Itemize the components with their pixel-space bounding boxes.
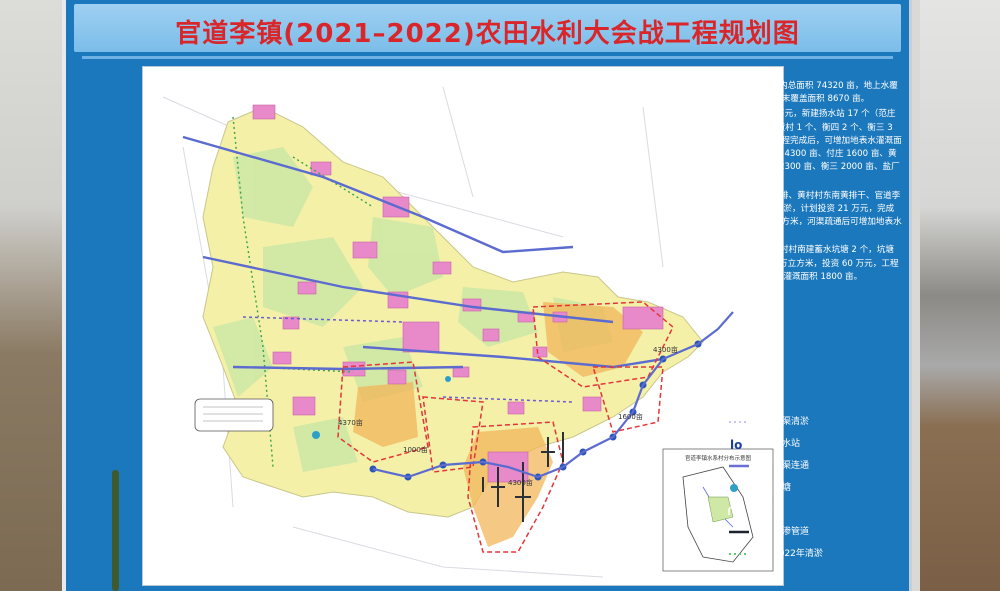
area-label: 1600亩	[618, 412, 643, 421]
description-paragraph: 计划投资 154 万元，新建扬水站 17 个（范庄 8 个、付庄 1 个、黄村 …	[706, 109, 902, 186]
culvert-icon	[728, 505, 740, 515]
town-map: 4300亩 1600亩 4370亩 1000亩 4300亩 官道李镇水系村分布示…	[162, 86, 774, 578]
description-paragraph: 全镇 35 个村城内总面积 74320 亩，地上水覆盖面积 65650 亩，末覆…	[706, 81, 898, 105]
outdoor-background-left	[0, 0, 70, 591]
map-panel: 4300亩 1600亩 4370亩 1000亩 4300亩 官道李镇水系村分布示…	[142, 66, 784, 586]
legend-item: 2022年清淤	[721, 544, 901, 566]
title-divider	[82, 56, 893, 59]
area-label: 4300亩	[653, 345, 678, 354]
legend-item: 涵	[721, 500, 901, 522]
support-pole	[112, 470, 119, 591]
pump-station-icon: lo	[730, 438, 742, 450]
legend-label: 扬水站	[773, 439, 801, 449]
dotted-purple-line-icon	[729, 421, 749, 423]
map-mini-legend	[194, 398, 274, 432]
legend-label: 涵	[773, 505, 783, 515]
legend-item: 坑塘	[721, 478, 901, 500]
legend-item: 河渠连通	[721, 456, 901, 478]
dark-line-icon	[729, 530, 749, 534]
dotted-green-line-icon	[729, 553, 749, 555]
title-band: 官道李镇(2021–2022)农田水利大会战工程规划图	[74, 4, 901, 52]
legend-label: 河渠连通	[773, 461, 810, 471]
svg-text:lo: lo	[730, 438, 742, 450]
area-label: 4370亩	[338, 418, 363, 427]
purple-line-icon	[729, 464, 749, 468]
map-legend: 河渠清淤 lo 扬水站 河渠连通 坑塘 涵 防渗管道 2022年清淤	[721, 412, 901, 566]
legend-item: 防渗管道	[721, 522, 901, 544]
legend-item: lo 扬水站	[721, 434, 901, 456]
blue-dot-icon	[730, 484, 738, 492]
legend-label: 坑塘	[773, 483, 792, 493]
outdoor-background-right	[920, 0, 1000, 591]
legend-label: 河渠清淤	[773, 417, 810, 427]
legend-label: 防渗管道	[773, 527, 810, 537]
legend-item: 河渠清淤	[721, 412, 901, 434]
description-paragraph: 官道李村南、黄村村南建蓄水坑塘 2 个，坑塘共占地 70 亩，12 万立方米，投…	[706, 245, 899, 282]
description-paragraph: 官道李村南中心排、黄村村东南黄排干、官道李村东南支河渠北段清淤，计划投资 21 …	[706, 190, 902, 241]
board-title: 官道李镇(2021–2022)农田水利大会战工程规划图	[175, 19, 800, 49]
area-label: 4300亩	[508, 478, 533, 487]
area-label: 1000亩	[403, 445, 428, 454]
project-description: 全镇 35 个村城内总面积 74320 亩，地上水覆盖面积 65650 亩，末覆…	[706, 80, 902, 286]
legend-label: 2022年清淤	[773, 549, 823, 559]
planning-billboard: 官道李镇(2021–2022)农田水利大会战工程规划图 4300亩 1600亩 …	[62, 0, 912, 591]
